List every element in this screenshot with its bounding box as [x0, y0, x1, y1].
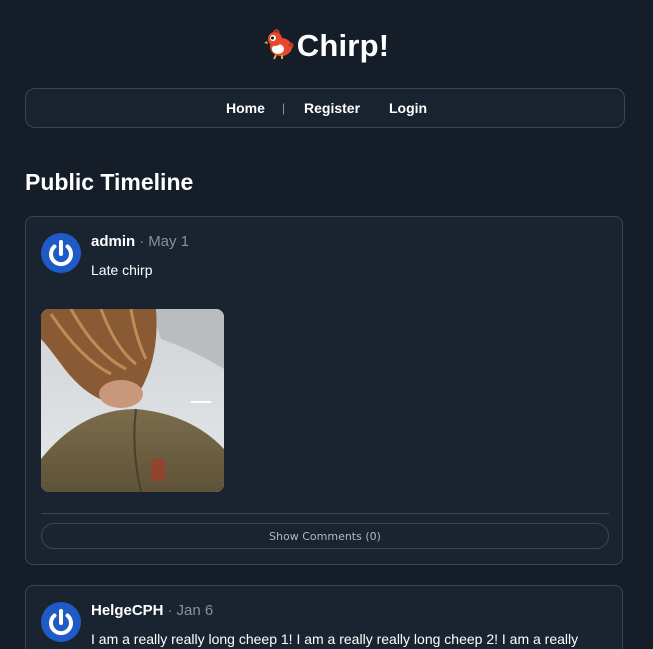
nav-login-link[interactable]: Login: [389, 89, 427, 127]
nav-register-link[interactable]: Register: [304, 89, 360, 127]
cheep-author[interactable]: admin: [91, 233, 135, 250]
main-navigation: Home | Register Login: [25, 88, 625, 128]
cheep-author[interactable]: HelgeCPH: [91, 602, 164, 619]
page: Chirp! Home | Register Login Public Time…: [0, 0, 653, 649]
bird-icon: [263, 28, 296, 72]
page-title: Public Timeline: [25, 169, 194, 195]
site-title: Chirp!: [296, 28, 390, 63]
divider: [41, 513, 609, 514]
cheep-card: HelgeCPH · Jan 6 I am a really really long…: [25, 585, 623, 649]
meta-separator: ·: [167, 602, 173, 619]
power-avatar-icon[interactable]: [41, 233, 81, 273]
cheep-text: Late chirp: [91, 262, 153, 278]
show-comments-button[interactable]: Show Comments (0): [41, 523, 609, 549]
cheep-date: Jan 6: [176, 602, 214, 619]
nav-separator: |: [282, 101, 286, 115]
cheep-text: I am a really really long cheep 1! I am …: [91, 631, 579, 647]
meta-separator: ·: [139, 233, 145, 250]
site-brand[interactable]: Chirp!: [0, 24, 653, 72]
cheep-date: May 1: [148, 233, 190, 250]
nav-home-link[interactable]: Home: [226, 89, 265, 127]
power-avatar-icon[interactable]: [41, 602, 81, 642]
cheep-card: admin · May 1 Late chirp Show Comments (…: [25, 216, 623, 565]
cheep-image[interactable]: [41, 309, 224, 492]
cheep-meta: HelgeCPH · Jan 6: [91, 602, 213, 620]
cheep-meta: admin · May 1: [91, 233, 189, 251]
